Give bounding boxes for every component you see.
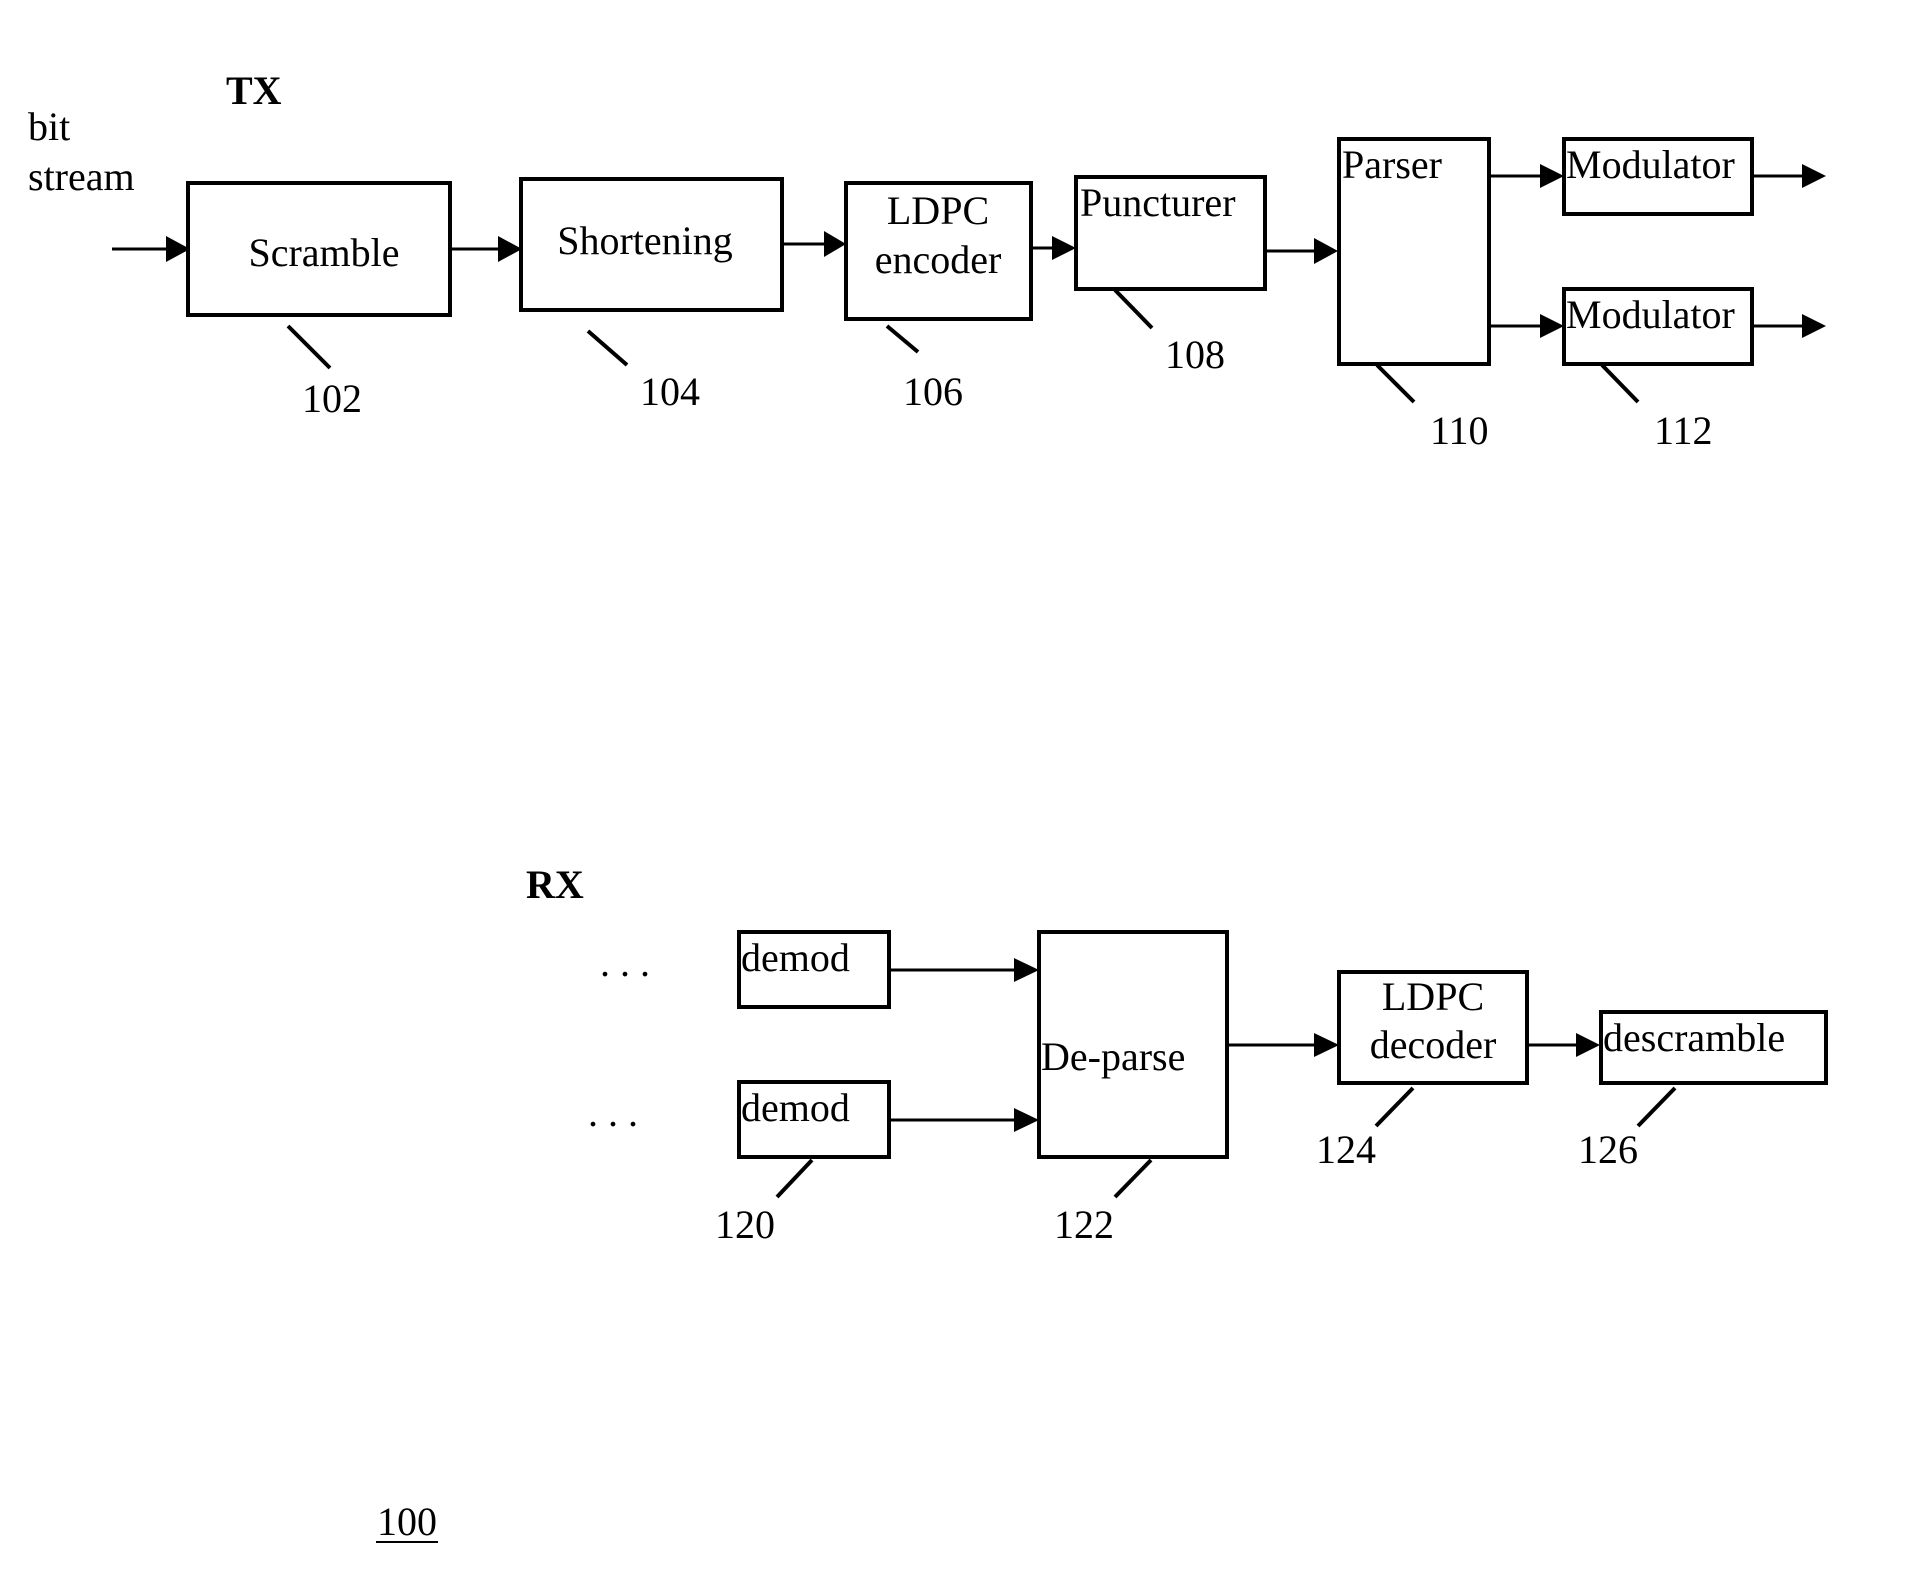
arrow-shortening-ldpc xyxy=(782,231,846,257)
block-label: descramble xyxy=(1603,1015,1785,1060)
block-label-line2: encoder xyxy=(875,237,1002,282)
arrow-demod-2-deparse xyxy=(889,1108,1039,1132)
arrow-ldpc-decoder-descramble xyxy=(1527,1033,1600,1057)
leader-line-110 xyxy=(1375,363,1416,404)
block-diagram: TX bit stream RX Scramble 102 Shortening… xyxy=(28,68,1828,1544)
block-ldpc-encoder: LDPC encoder xyxy=(844,181,1033,321)
leader-line-108 xyxy=(1113,288,1154,330)
rx-title: RX xyxy=(526,862,584,907)
block-descramble: descramble xyxy=(1599,1010,1828,1085)
leader-line-106 xyxy=(885,324,920,354)
block-demod-1: demod xyxy=(737,930,891,1009)
block-modulator-1: Modulator xyxy=(1562,137,1754,216)
ref-110: 110 xyxy=(1430,408,1489,453)
block-label-line1: LDPC xyxy=(887,188,989,233)
arrow-ldpc-puncturer xyxy=(1031,236,1076,260)
arrow-deparse-ldpc-decoder xyxy=(1227,1033,1339,1057)
input-label-stream: stream xyxy=(28,154,135,199)
block-label: Puncturer xyxy=(1080,180,1236,225)
leader-line-126 xyxy=(1636,1086,1677,1128)
leader-line-120 xyxy=(775,1158,814,1199)
figure-number: 100 xyxy=(377,1499,437,1544)
block-de-parse: De-parse xyxy=(1037,930,1229,1159)
arrow-modulator-1-output xyxy=(1752,164,1826,188)
block-label: Scramble xyxy=(248,230,399,275)
tx-title: TX xyxy=(226,68,282,113)
arrow-parser-modulator-2 xyxy=(1489,314,1564,338)
leader-line-124 xyxy=(1374,1086,1415,1128)
block-label: Modulator xyxy=(1566,142,1735,187)
block-scramble: Scramble xyxy=(186,181,452,317)
block-ldpc-decoder: LDPC decoder xyxy=(1337,970,1529,1085)
ref-112: 112 xyxy=(1654,408,1713,453)
block-label-line1: LDPC xyxy=(1382,974,1484,1019)
block-modulator-2: Modulator xyxy=(1562,287,1754,366)
input-label-bit: bit xyxy=(28,104,70,149)
block-demod-2: demod xyxy=(737,1080,891,1159)
block-label: De-parse xyxy=(1041,1034,1185,1079)
ref-120: 120 xyxy=(715,1202,775,1247)
leader-line-112 xyxy=(1600,363,1640,404)
ref-126: 126 xyxy=(1578,1127,1638,1172)
ref-106: 106 xyxy=(903,369,963,414)
block-shortening: Shortening xyxy=(519,177,784,312)
arrow-input xyxy=(112,236,190,262)
block-label: demod xyxy=(741,935,850,980)
ref-124: 124 xyxy=(1316,1127,1376,1172)
leader-line-122 xyxy=(1113,1158,1153,1199)
arrow-demod-1-deparse xyxy=(889,958,1039,982)
arrow-puncturer-parser xyxy=(1265,238,1338,264)
leader-line-104 xyxy=(586,329,629,367)
block-label: demod xyxy=(741,1085,850,1130)
ellipsis-2: . . . xyxy=(588,1090,638,1135)
block-label: Shortening xyxy=(557,218,733,263)
ref-122: 122 xyxy=(1054,1202,1114,1247)
arrow-modulator-2-output xyxy=(1752,314,1826,338)
ellipsis-1: . . . xyxy=(600,940,650,985)
ref-102: 102 xyxy=(302,376,362,421)
ref-104: 104 xyxy=(640,369,700,414)
block-label: Parser xyxy=(1342,142,1442,187)
block-puncturer: Puncturer xyxy=(1074,175,1267,291)
leader-line-102 xyxy=(286,324,332,370)
ref-108: 108 xyxy=(1165,332,1225,377)
block-label-line2: decoder xyxy=(1370,1022,1497,1067)
arrow-scramble-shortening xyxy=(450,236,522,262)
block-parser: Parser xyxy=(1337,137,1491,366)
block-label: Modulator xyxy=(1566,292,1735,337)
arrow-parser-modulator-1 xyxy=(1489,164,1564,188)
